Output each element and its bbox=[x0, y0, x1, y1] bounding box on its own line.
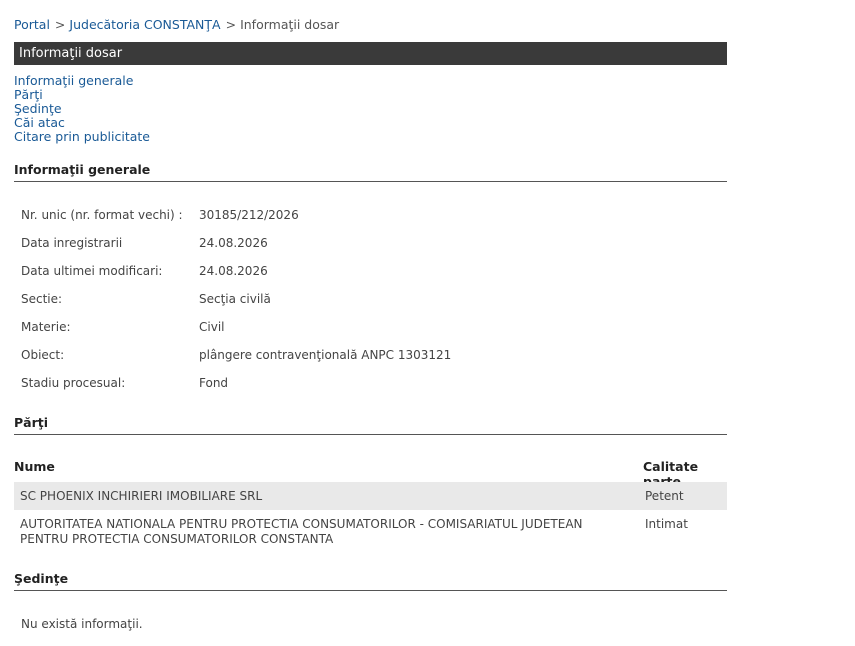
party-name: AUTORITATEA NATIONALA PENTRU PROTECTIA C… bbox=[20, 517, 583, 546]
toc-link-appeals[interactable]: Căi atac bbox=[14, 116, 150, 130]
breadcrumb-current: Informaţii dosar bbox=[240, 17, 340, 32]
info-value: Civil bbox=[199, 320, 225, 334]
parties-table-header: Nume Calitate parte bbox=[14, 459, 727, 489]
table-row: SC PHOENIX INCHIRIERI IMOBILIARE SRL Pet… bbox=[14, 482, 727, 510]
section-title-general-info: Informaţii generale bbox=[14, 162, 727, 182]
toc-link-public-summons[interactable]: Citare prin publicitate bbox=[14, 130, 150, 144]
toc-link-parties[interactable]: Părţi bbox=[14, 88, 150, 102]
table-row: AUTORITATEA NATIONALA PENTRU PROTECTIA C… bbox=[14, 510, 727, 550]
info-label: Sectie: bbox=[21, 292, 63, 306]
page-title-bar: Informaţii dosar bbox=[14, 42, 727, 65]
section-links: Informaţii generale Părţi Şedinţe Căi at… bbox=[14, 74, 150, 144]
toc-link-hearings[interactable]: Şedinţe bbox=[14, 102, 150, 116]
info-value: Secţia civilă bbox=[199, 292, 271, 306]
info-label: Materie: bbox=[21, 320, 71, 334]
info-label: Data inregistrarii bbox=[21, 236, 123, 250]
breadcrumb-separator: > bbox=[225, 17, 237, 32]
info-label: Data ultimei modificari: bbox=[21, 264, 163, 278]
info-value: Fond bbox=[199, 376, 229, 390]
toc-link-general-info[interactable]: Informaţii generale bbox=[14, 74, 150, 88]
info-label: Obiect: bbox=[21, 348, 65, 362]
info-value: 30185/212/2026 bbox=[199, 208, 299, 222]
breadcrumb-link-court[interactable]: Judecătoria CONSTANŢA bbox=[69, 17, 220, 32]
breadcrumb: Portal > Judecătoria CONSTANŢA > Informaţii … bbox=[14, 17, 339, 32]
info-value: plângere contravenţională ANPC 1303121 bbox=[199, 348, 452, 362]
info-value: 24.08.2026 bbox=[199, 236, 268, 250]
party-role: Petent bbox=[645, 489, 684, 503]
breadcrumb-separator: > bbox=[54, 17, 66, 32]
empty-state-text: Nu există informaţii. bbox=[21, 617, 143, 631]
column-header-name: Nume bbox=[14, 459, 55, 474]
info-label: Nr. unic (nr. format vechi) : bbox=[21, 208, 183, 222]
party-role: Intimat bbox=[645, 517, 688, 531]
section-title-hearings: Şedinţe bbox=[14, 571, 727, 591]
breadcrumb-link-portal[interactable]: Portal bbox=[14, 17, 50, 32]
party-name: SC PHOENIX INCHIRIERI IMOBILIARE SRL bbox=[20, 489, 263, 503]
section-title-parties: Părţi bbox=[14, 415, 727, 435]
page-title: Informaţii dosar bbox=[19, 46, 123, 61]
info-label: Stadiu procesual: bbox=[21, 376, 126, 390]
info-value: 24.08.2026 bbox=[199, 264, 268, 278]
